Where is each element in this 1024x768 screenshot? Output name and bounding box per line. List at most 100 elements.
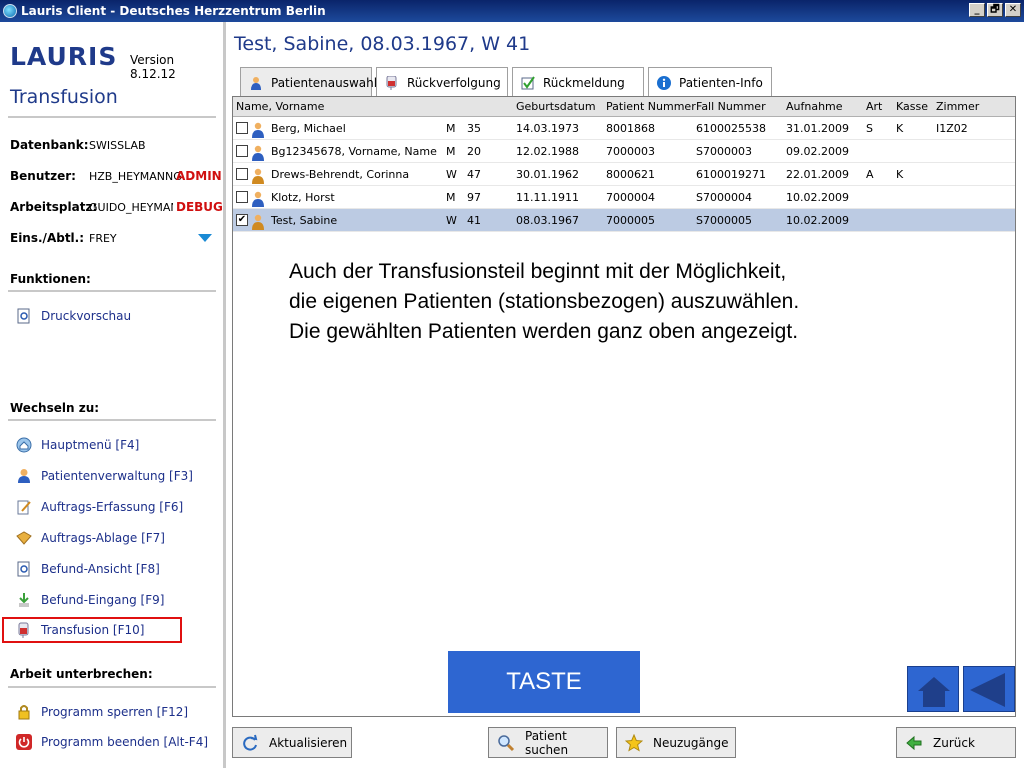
nav-transfusion[interactable]: Transfusion [F10]: [2, 617, 182, 643]
male-patient-icon: [251, 122, 265, 138]
row-checkbox[interactable]: ✔: [236, 214, 248, 226]
cell-case-nr: 6100025538: [696, 122, 766, 135]
divider: [8, 290, 216, 292]
taste-button[interactable]: TASTE: [448, 651, 640, 713]
column-header-art[interactable]: Art: [866, 100, 882, 113]
tab-label: Rückmeldung: [543, 75, 625, 90]
nav-patientenverwaltung[interactable]: Patientenverwaltung [F3]: [16, 466, 193, 486]
refresh-button[interactable]: Aktualisieren: [232, 727, 352, 758]
cell-name: Berg, Michael: [271, 122, 346, 135]
functions-title: Funktionen:: [10, 272, 91, 286]
male-patient-icon: [251, 145, 265, 161]
star-icon: [624, 733, 644, 752]
cell-dob: 08.03.1967: [516, 214, 579, 227]
nav-print-preview[interactable]: Druckvorschau: [16, 306, 131, 326]
lauris-logo: LAURIS: [10, 42, 118, 71]
department-label: Eins./Abtl.:: [10, 231, 85, 245]
triangle-left-icon: [970, 673, 1005, 707]
debug-badge: DEBUG: [176, 200, 223, 214]
column-header-name[interactable]: Name, Vorname: [236, 100, 324, 113]
check-icon: [521, 75, 535, 90]
nav-programm-beenden[interactable]: Programm beenden [Alt-F4]: [16, 732, 208, 752]
cell-sex: M: [446, 191, 456, 204]
back-nav-button[interactable]: [963, 666, 1015, 712]
back-button[interactable]: Zurück: [896, 727, 1016, 758]
instruction-line: die eigenen Patienten (stationsbezogen) …: [289, 290, 800, 313]
refresh-icon: [241, 734, 259, 752]
table-row[interactable]: ✔ Test, Sabine W 41 08.03.1967 7000005 S700000…: [233, 209, 1015, 232]
nav-label: Programm sperren [F12]: [41, 705, 189, 719]
row-checkbox[interactable]: [236, 168, 248, 180]
nav-befund-ansicht[interactable]: Befund-Ansicht [F8]: [16, 559, 160, 579]
module-title: Transfusion: [10, 86, 118, 108]
cell-dob: 30.01.1962: [516, 168, 579, 181]
row-checkbox[interactable]: [236, 191, 248, 203]
home-icon: [16, 437, 32, 453]
cell-name: Bg12345678, Vorname, Name: [271, 145, 437, 158]
instruction-line: Auch der Transfusionsteil beginnt mit de…: [289, 260, 787, 283]
nav-befund-eingang[interactable]: Befund-Eingang [F9]: [16, 590, 164, 610]
tab-label: Patienten-Info: [679, 75, 763, 90]
male-patient-icon: [251, 191, 265, 207]
cell-sex: W: [446, 168, 457, 181]
new-arrivals-button[interactable]: Neuzugänge: [616, 727, 736, 758]
minimize-button[interactable]: _: [969, 3, 985, 17]
cell-sex: W: [446, 214, 457, 227]
blood-bag-icon: [385, 75, 399, 90]
column-header-case-nr[interactable]: Fall Nummer: [696, 100, 766, 113]
department-dropdown-icon[interactable]: [198, 234, 212, 242]
instruction-line: Die gewählten Patienten werden ganz oben…: [289, 320, 799, 343]
cell-art: S: [866, 122, 873, 135]
database-value: SWISSLAB: [89, 139, 146, 152]
nav-auftrags-erfassung[interactable]: Auftrags-Erfassung [F6]: [16, 497, 183, 517]
table-row[interactable]: Klotz, Horst M 97 11.11.1911 7000004 S7000004…: [233, 186, 1015, 209]
cell-case-nr: S7000003: [696, 145, 752, 158]
tab-patientenauswahl[interactable]: Patientenauswahl: [240, 67, 377, 98]
row-checkbox[interactable]: [236, 145, 248, 157]
cell-room: I1Z02: [936, 122, 968, 135]
cell-patient-nr: 7000004: [606, 191, 655, 204]
column-header-dob[interactable]: Geburtsdatum: [516, 100, 596, 113]
table-row[interactable]: Berg, Michael M 35 14.03.1973 8001868 6100025…: [233, 117, 1015, 140]
cell-case-nr: S7000004: [696, 191, 752, 204]
table-row[interactable]: Bg12345678, Vorname, Name M 20 12.02.1988 70…: [233, 140, 1015, 163]
cell-dob: 12.02.1988: [516, 145, 579, 158]
column-header-admission[interactable]: Aufnahme: [786, 100, 843, 113]
instruction-text: Auch der Transfusionsteil beginnt mit de…: [289, 257, 799, 347]
order-entry-icon: [16, 499, 32, 515]
cell-patient-nr: 8001868: [606, 122, 655, 135]
cell-age: 20: [467, 145, 481, 158]
window-titlebar: Lauris Client - Deutsches Herzzentrum Be…: [0, 0, 1024, 22]
close-button[interactable]: ✕: [1005, 3, 1021, 17]
sidebar: LAURIS Version 8.12.12 Transfusion Daten…: [0, 22, 226, 768]
cell-dob: 11.11.1911: [516, 191, 579, 204]
app-globe-icon: [3, 4, 17, 18]
cell-age: 41: [467, 214, 481, 227]
arrow-left-icon: [905, 734, 923, 752]
table-header: Name, Vorname Geburtsdatum Patient Numme…: [233, 97, 1015, 117]
tab-rueckmeldung[interactable]: Rückmeldung: [512, 67, 644, 97]
divider: [8, 686, 216, 688]
nav-auftrags-ablage[interactable]: Auftrags-Ablage [F7]: [16, 528, 165, 548]
nav-hauptmenue[interactable]: Hauptmenü [F4]: [16, 435, 139, 455]
female-patient-icon: [251, 214, 265, 230]
patient-search-button[interactable]: Patient suchen: [488, 727, 608, 758]
patient-icon: [16, 468, 32, 484]
cell-admission: 10.02.2009: [786, 191, 849, 204]
tab-rueckverfolgung[interactable]: Rückverfolgung: [376, 67, 508, 97]
column-header-kasse[interactable]: Kasse: [896, 100, 928, 113]
cell-admission: 31.01.2009: [786, 122, 849, 135]
column-header-patient-nr[interactable]: Patient Nummer: [606, 100, 696, 113]
nav-label: Befund-Eingang [F9]: [41, 593, 165, 607]
user-value: HZB_HEYMANNG: [89, 170, 182, 183]
tab-patienten-info[interactable]: Patienten-Info: [648, 67, 772, 97]
cell-admission: 10.02.2009: [786, 214, 849, 227]
row-checkbox[interactable]: [236, 122, 248, 134]
nav-programm-sperren[interactable]: Programm sperren [F12]: [16, 702, 188, 722]
home-nav-button[interactable]: [907, 666, 959, 712]
maximize-button[interactable]: 🗗: [987, 3, 1003, 17]
column-header-room[interactable]: Zimmer: [936, 100, 979, 113]
house-icon: [918, 677, 950, 707]
table-row[interactable]: Drews-Behrendt, Corinna W 47 30.01.1962 8000…: [233, 163, 1015, 186]
cell-name: Klotz, Horst: [271, 191, 335, 204]
